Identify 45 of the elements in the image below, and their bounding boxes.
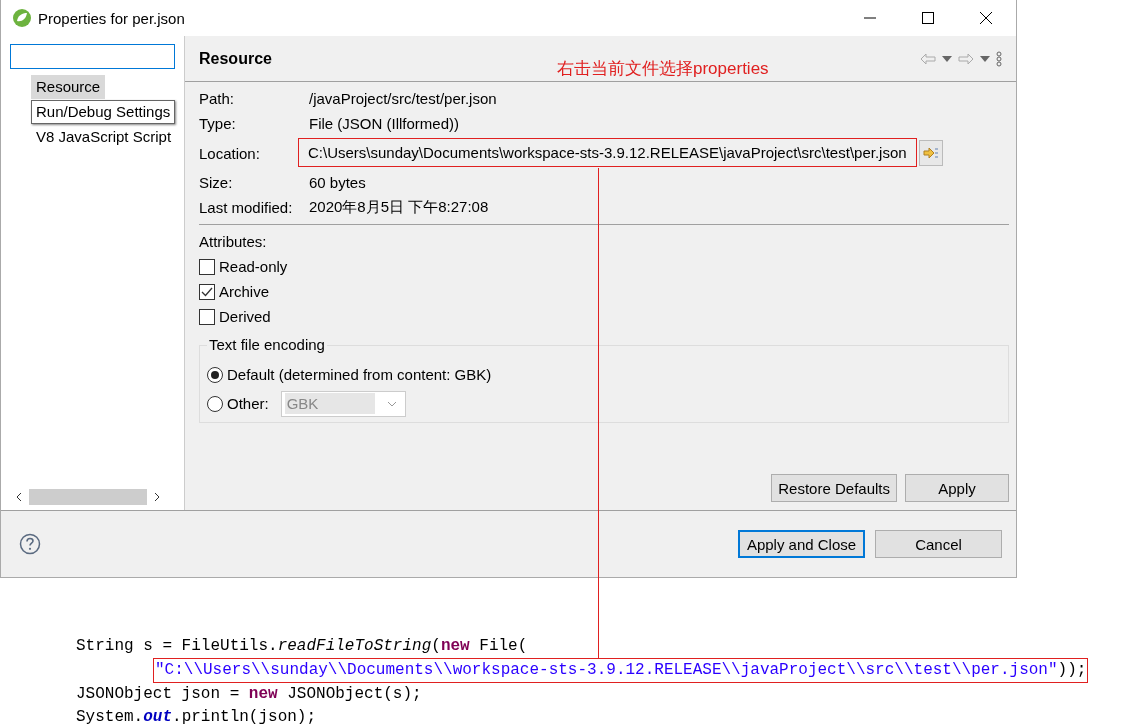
dialog-button[interactable]: Apply and Close xyxy=(738,530,865,558)
maximize-icon[interactable] xyxy=(922,12,934,24)
property-value: 2020年8月5日 下午8:27:08 xyxy=(309,198,489,217)
caret-icon[interactable] xyxy=(980,55,990,62)
property-label: Last modified: xyxy=(199,199,294,216)
dialog-button[interactable]: Cancel xyxy=(875,530,1002,558)
window-title: Properties for per.json xyxy=(38,9,185,27)
tree-item[interactable]: Run/Debug Settings xyxy=(31,100,176,124)
leaf-icon xyxy=(12,8,32,28)
tree-item[interactable]: Resource xyxy=(31,75,106,99)
property-label: Type: xyxy=(199,115,237,132)
caret-icon[interactable] xyxy=(942,55,952,62)
checkbox-label: Archive xyxy=(219,283,270,300)
checkbox[interactable] xyxy=(199,258,215,275)
tree-item[interactable]: V8 JavaScript Script xyxy=(31,125,177,149)
arrow-icon xyxy=(922,147,939,159)
radio-label: Other: xyxy=(227,395,269,412)
checkbox[interactable] xyxy=(199,283,215,300)
property-label: Location: xyxy=(199,144,261,162)
more-icon[interactable] xyxy=(996,50,1002,67)
checkbox[interactable] xyxy=(199,308,215,325)
code-line: String s = FileUtils.readFileToString(new File( xyxy=(76,636,529,657)
section-label: Attributes: xyxy=(199,233,268,251)
code-line: System.out.println(json); xyxy=(76,707,318,725)
help-icon[interactable] xyxy=(19,533,41,555)
page-title: Resource xyxy=(199,49,272,68)
property-value: C:\Users\sunday\Documents\workspace-sts-3.9.12.RELEASE\javaProject\src\test\per.json xyxy=(298,138,917,167)
chevron-icon xyxy=(386,400,397,407)
checkbox-label: Derived xyxy=(219,308,271,325)
filter-field[interactable] xyxy=(10,44,175,69)
dialog-button[interactable]: Apply xyxy=(905,474,1009,502)
property-value: 60 bytes xyxy=(309,174,366,191)
property-label: Size: xyxy=(199,174,234,191)
property-value: File (JSON (Illformed)) xyxy=(309,115,459,132)
annotation-text: 右击当前文件选择properties xyxy=(557,58,769,80)
radio-button[interactable] xyxy=(207,395,223,412)
close-icon[interactable] xyxy=(980,12,992,24)
property-label: Path: xyxy=(199,90,236,107)
group-title: Text file encoding xyxy=(207,336,327,354)
code-line: JSONObject json = new JSONObject(s); xyxy=(76,684,423,705)
dialog-button[interactable]: Restore Defaults xyxy=(771,474,897,502)
checkbox-label: Read-only xyxy=(219,258,288,275)
radio-label: Default (determined from content: GBK) xyxy=(227,366,492,383)
property-value: /javaProject/src/test/per.json xyxy=(309,90,497,107)
radio-button[interactable] xyxy=(207,366,223,383)
